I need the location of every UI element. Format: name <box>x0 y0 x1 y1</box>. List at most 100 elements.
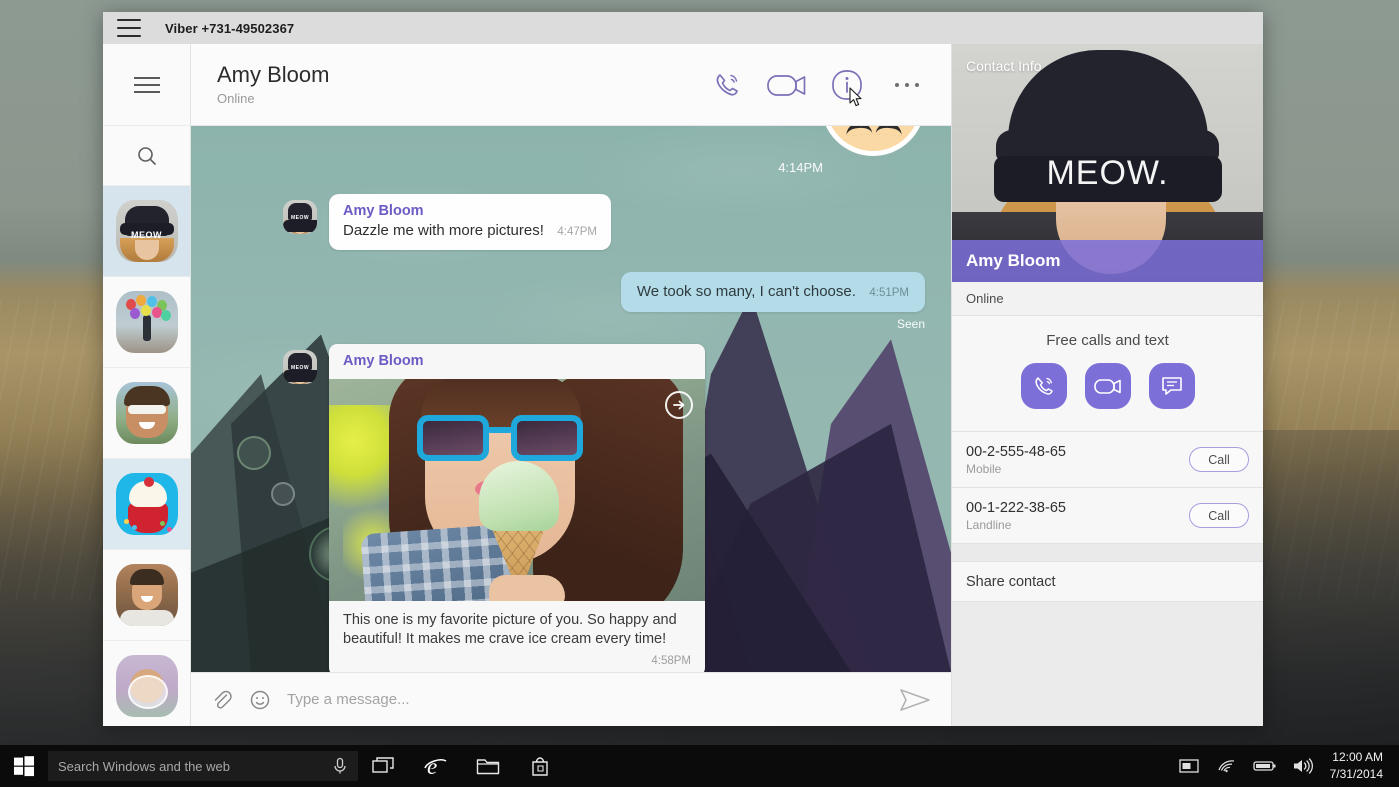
avatar: MEOW <box>283 350 317 384</box>
share-contact-button[interactable]: Share contact <box>952 562 1263 602</box>
message-row-photo: MEOW Amy Bloom This one is my favorite p… <box>283 344 705 672</box>
contact-info-button[interactable] <box>825 63 869 107</box>
task-view-button[interactable] <box>358 745 410 787</box>
message-composer <box>191 672 951 726</box>
search-icon <box>137 146 156 165</box>
clock[interactable]: 12:00 AM 7/31/2014 <box>1322 749 1389 784</box>
system-tray: 12:00 AM 7/31/2014 <box>1170 745 1399 787</box>
page-title: Amy Bloom <box>217 62 330 88</box>
message-time: 4:51PM <box>869 287 909 299</box>
list-item[interactable] <box>103 550 190 641</box>
taskbar-search[interactable] <box>48 751 358 781</box>
message-sticker <box>191 126 925 156</box>
message-text: We took so many, I can't choose. <box>636 283 856 300</box>
avatar <box>115 655 178 717</box>
wifi-button[interactable] <box>1208 745 1246 787</box>
battery-icon <box>1252 761 1276 771</box>
volume-icon <box>1293 758 1313 774</box>
message-input[interactable] <box>287 691 899 708</box>
file-explorer-button[interactable] <box>462 745 514 787</box>
message-time: 4:47PM <box>557 226 597 238</box>
avatar <box>115 564 178 626</box>
panel-title: Contact Info <box>966 58 1042 74</box>
free-video-call-button[interactable] <box>1084 363 1131 409</box>
clock-time: 12:00 AM <box>1332 749 1383 764</box>
message-photo[interactable] <box>329 379 705 601</box>
message-sender: Amy Bloom <box>343 203 424 219</box>
viber-window: Viber +731-49502367 MEOW Amy Bloom Onlin… <box>103 12 1263 726</box>
list-item[interactable] <box>103 459 190 550</box>
store-button[interactable] <box>514 745 566 787</box>
wifi-icon <box>1218 760 1234 773</box>
chat-panel: Amy Bloom Online 4:14PM MEOW Amy Bloom D… <box>191 44 951 726</box>
message-list: 4:14PM MEOW Amy Bloom Dazzle me with mor… <box>191 126 951 672</box>
avatar: MEOW <box>283 200 317 234</box>
call-button[interactable]: Call <box>1189 503 1249 528</box>
call-button[interactable]: Call <box>1189 447 1249 472</box>
windows-taskbar: e <box>0 745 1399 787</box>
smiley-icon[interactable] <box>249 689 271 711</box>
file-explorer-icon <box>476 759 500 775</box>
contact-status: Online <box>952 282 1263 316</box>
internet-explorer-button[interactable]: e <box>410 745 462 787</box>
phone-type: Mobile <box>966 461 1002 476</box>
avatar <box>115 291 178 353</box>
forward-button[interactable] <box>665 391 693 419</box>
read-receipt: Seen <box>896 317 925 331</box>
more-options-button[interactable] <box>885 63 929 107</box>
video-call-button[interactable] <box>765 63 809 107</box>
action-center-button[interactable] <box>1170 745 1208 787</box>
message-row-outgoing: We took so many, I can't choose. 4:51PM … <box>620 272 925 331</box>
window-titlebar: Viber +731-49502367 <box>103 12 1263 44</box>
store-icon <box>532 757 548 776</box>
free-message-button[interactable] <box>1148 363 1195 409</box>
message-bubble[interactable]: Amy Bloom Dazzle me with more pictures! … <box>329 194 611 250</box>
list-item[interactable] <box>103 277 190 368</box>
section-divider <box>952 544 1263 562</box>
windows-logo-icon <box>14 756 34 777</box>
contact-photo: MEOW. Contact Info Amy Bloom <box>952 44 1263 282</box>
video-camera-icon <box>767 74 806 96</box>
start-button[interactable] <box>0 745 48 787</box>
search-button[interactable] <box>103 126 190 186</box>
contact-status: Online <box>217 90 255 106</box>
microphone-icon[interactable] <box>332 757 348 775</box>
rail-menu-button[interactable] <box>103 44 190 126</box>
beanie-text: MEOW. <box>1046 154 1169 192</box>
message-time: 4:58PM <box>651 655 691 668</box>
avatar <box>115 473 178 535</box>
chat-bubble-icon <box>1161 377 1182 395</box>
message-scroll-area[interactable]: 4:14PM MEOW Amy Bloom Dazzle me with mor… <box>191 126 951 672</box>
arrow-right-circle-icon <box>673 400 685 410</box>
info-icon <box>832 69 862 100</box>
list-item[interactable] <box>103 368 190 459</box>
voice-call-button[interactable] <box>705 63 749 107</box>
hamburger-icon[interactable] <box>133 76 160 93</box>
list-item[interactable]: MEOW <box>103 186 190 277</box>
contact-name-band: Amy Bloom <box>952 240 1263 282</box>
battery-button[interactable] <box>1246 745 1284 787</box>
window-title: Viber +731-49502367 <box>165 20 295 36</box>
avatar: MEOW <box>115 200 178 262</box>
phone-row: 00-1-222-38-65 Landline Call <box>952 488 1263 544</box>
video-camera-icon <box>1093 379 1121 394</box>
hamburger-icon[interactable] <box>117 19 141 37</box>
message-bubble[interactable]: We took so many, I can't choose. 4:51PM <box>620 272 925 312</box>
list-item[interactable] <box>103 641 190 726</box>
message-caption: This one is my favorite picture of you. … <box>343 612 677 648</box>
send-icon[interactable] <box>899 687 931 713</box>
message-sender: Amy Bloom <box>343 353 424 369</box>
panel-filler <box>952 602 1263 726</box>
sticker-image <box>821 126 925 156</box>
free-call-button[interactable] <box>1020 363 1067 409</box>
contact-info-panel: MEOW. Contact Info Amy Bloom Online Free… <box>951 44 1263 726</box>
conversation-list: MEOW <box>103 186 190 726</box>
volume-button[interactable] <box>1284 745 1322 787</box>
phone-number: 00-1-222-38-65 <box>966 499 1066 516</box>
phone-icon <box>716 73 738 96</box>
quick-actions: Free calls and text <box>952 316 1263 432</box>
photo-message-card[interactable]: Amy Bloom This one is my favorite pictur… <box>329 344 705 672</box>
avatar <box>115 382 178 444</box>
search-input[interactable] <box>58 758 332 774</box>
paperclip-icon[interactable] <box>211 689 233 711</box>
